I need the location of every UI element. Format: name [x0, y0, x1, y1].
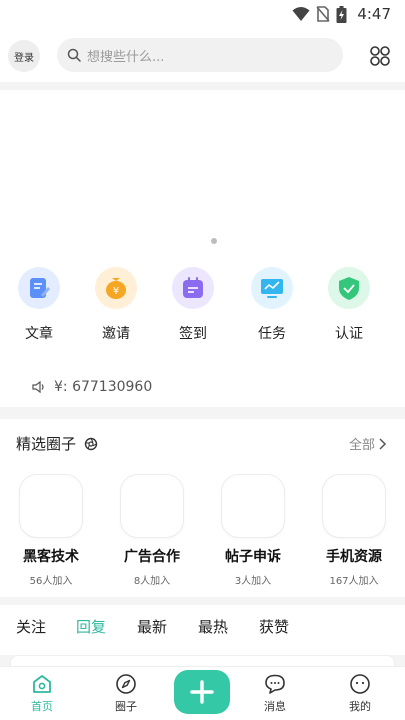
circle-thumbnail [19, 474, 83, 538]
circle-member-count: 167人加入 [329, 576, 379, 587]
aperture-icon [84, 437, 98, 450]
quick-action-label: 签到 [179, 326, 207, 342]
invite-coin-icon: ¥ [95, 267, 137, 309]
notice-text: ¥: 677130960 [54, 379, 153, 395]
quick-action-article[interactable]: 文章 [9, 267, 69, 343]
nav-label: 消息 [264, 700, 286, 713]
compass-icon [116, 674, 136, 694]
quick-actions: 文章 ¥ 邀请 签到 任务 认证 ¥: 677130960 [0, 255, 405, 407]
quick-action-label: 任务 [258, 326, 286, 342]
circle-member-count: 56人加入 [29, 576, 73, 587]
quick-action-label: 认证 [335, 326, 363, 342]
quick-action-verify[interactable]: 认证 [319, 267, 379, 343]
speaker-icon [32, 380, 44, 394]
chevron-right-icon [379, 437, 387, 450]
circles-all-label: 全部 [348, 438, 375, 453]
quick-action-label: 邀请 [102, 326, 130, 342]
circle-card[interactable]: 手机资源 167人加入 [321, 474, 387, 587]
tab-latest[interactable]: 最新 [137, 616, 167, 637]
status-bar: 4:47 [0, 0, 405, 28]
nav-circles[interactable]: 圈子 [101, 673, 151, 714]
no-sim-icon [316, 6, 330, 22]
shield-check-icon [328, 267, 370, 309]
circle-thumbnail [120, 474, 184, 538]
battery-charging-icon [336, 5, 347, 23]
circles-title-text: 精选圈子 [16, 435, 77, 453]
quick-action-invite[interactable]: ¥ 邀请 [86, 267, 146, 343]
nav-home[interactable]: 首页 [17, 673, 67, 714]
svg-text:¥: ¥ [113, 286, 119, 297]
calendar-icon [172, 267, 214, 309]
circles-title: 精选圈子 [16, 433, 98, 454]
nav-label: 我的 [349, 700, 371, 713]
search-icon [67, 48, 81, 62]
circle-card[interactable]: 黑客技术 56人加入 [18, 474, 84, 587]
status-icons: 4:47 [292, 5, 391, 23]
circle-thumbnail [221, 474, 285, 538]
nav-messages[interactable]: 消息 [250, 673, 300, 714]
menu-grid-icon[interactable] [369, 45, 391, 67]
login-button[interactable]: 登录 [8, 40, 40, 72]
tab-follow[interactable]: 关注 [16, 616, 46, 637]
nav-label: 首页 [31, 700, 53, 713]
header: 登录 想搜些什么... [0, 28, 405, 82]
circle-member-count: 3人加入 [234, 576, 272, 587]
plus-icon [190, 680, 214, 704]
circle-member-count: 8人加入 [133, 576, 171, 587]
status-time: 4:47 [357, 5, 391, 23]
circle-name: 手机资源 [326, 549, 382, 565]
wifi-icon [292, 7, 310, 21]
circle-name: 黑客技术 [23, 549, 79, 565]
nav-profile[interactable]: 我的 [335, 673, 385, 714]
feed-tabs: 关注 回复 最新 最热 获赞 [0, 605, 405, 655]
article-icon [18, 267, 60, 309]
carousel-indicator [211, 238, 217, 244]
quick-action-checkin[interactable]: 签到 [163, 267, 223, 343]
quick-action-label: 文章 [25, 326, 53, 342]
circle-card[interactable]: 广告合作 8人加入 [119, 474, 185, 587]
tab-hottest[interactable]: 最热 [198, 616, 228, 637]
search-input[interactable]: 想搜些什么... [57, 38, 343, 72]
featured-circles: 精选圈子 全部 黑客技术 56人加入 广告合作 8人加入 帖子申诉 3人加入 手… [0, 419, 405, 597]
circle-name: 帖子申诉 [225, 549, 281, 565]
search-placeholder: 想搜些什么... [87, 49, 165, 65]
tab-reply[interactable]: 回复 [76, 616, 106, 637]
banner-carousel[interactable] [0, 90, 405, 255]
profile-icon [350, 674, 370, 694]
publish-button[interactable] [174, 670, 230, 714]
notice-bar[interactable]: ¥: 677130960 [32, 379, 152, 395]
quick-action-task[interactable]: 任务 [242, 267, 302, 343]
home-icon [33, 675, 51, 693]
tab-liked[interactable]: 获赞 [259, 616, 289, 637]
chat-icon [265, 674, 285, 694]
circle-card[interactable]: 帖子申诉 3人加入 [220, 474, 286, 587]
circles-all-link[interactable]: 全部 [349, 434, 387, 453]
circle-thumbnail [322, 474, 386, 538]
monitor-icon [251, 267, 293, 309]
nav-label: 圈子 [115, 700, 137, 713]
circle-name: 广告合作 [124, 549, 180, 565]
